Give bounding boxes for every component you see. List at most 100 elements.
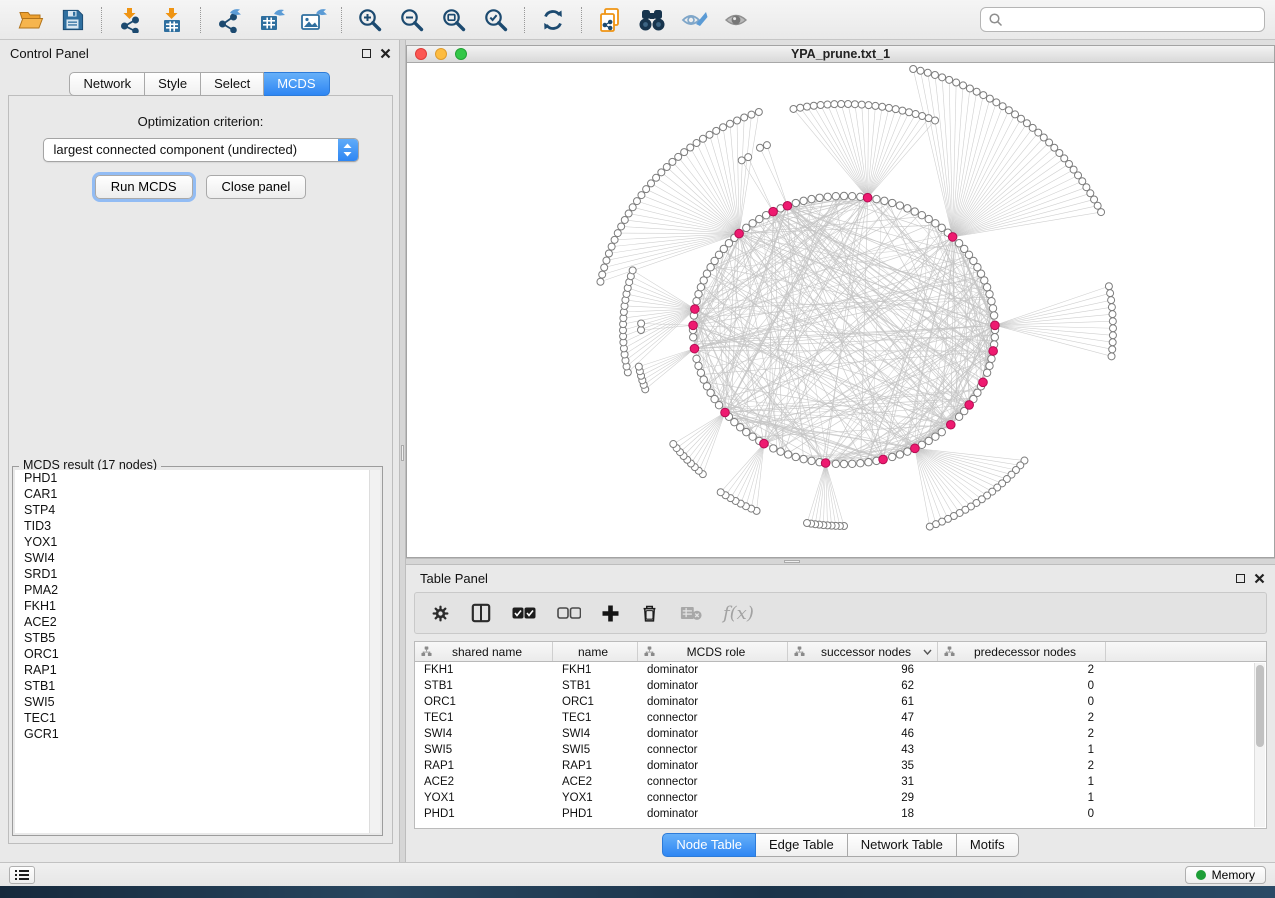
graph-leaf-node[interactable]	[1108, 297, 1115, 304]
graph-leaf-node[interactable]	[1109, 332, 1116, 339]
graph-node[interactable]	[770, 445, 777, 452]
graph-mcds-node[interactable]	[760, 439, 769, 448]
mcds-list-scrollbar[interactable]	[369, 470, 380, 833]
graph-leaf-node[interactable]	[605, 250, 612, 257]
splitter-grip-icon[interactable]	[784, 560, 800, 563]
graph-leaf-node[interactable]	[638, 327, 645, 334]
graph-leaf-node[interactable]	[734, 117, 741, 124]
show-column-panel-button[interactable]	[471, 603, 491, 623]
mcds-result-item[interactable]: PHD1	[15, 470, 380, 486]
graph-leaf-node[interactable]	[924, 69, 931, 76]
graph-leaf-node[interactable]	[899, 107, 906, 114]
graph-leaf-node[interactable]	[635, 363, 642, 370]
close-panel-icon[interactable]	[380, 48, 391, 59]
graph-node[interactable]	[690, 334, 697, 341]
graph-leaf-node[interactable]	[625, 210, 632, 217]
graph-node[interactable]	[983, 284, 990, 291]
graph-node[interactable]	[986, 290, 993, 297]
graph-mcds-node[interactable]	[769, 207, 778, 216]
graph-leaf-node[interactable]	[797, 104, 804, 111]
mcds-result-item[interactable]: GCR1	[15, 726, 380, 742]
graph-node[interactable]	[693, 297, 700, 304]
graph-node[interactable]	[932, 433, 939, 440]
graph-node[interactable]	[693, 355, 700, 362]
table-row[interactable]: ORC1ORC1dominator610	[415, 694, 1266, 710]
delete-table-button[interactable]	[680, 605, 702, 621]
float-panel-icon[interactable]	[362, 49, 371, 58]
graph-leaf-node[interactable]	[845, 101, 852, 108]
graph-mcds-node[interactable]	[821, 459, 830, 468]
table-scrollbar[interactable]	[1254, 663, 1265, 827]
graph-node[interactable]	[889, 199, 896, 206]
graph-node[interactable]	[832, 460, 839, 467]
graph-leaf-node[interactable]	[851, 101, 858, 108]
graph-node[interactable]	[792, 199, 799, 206]
graph-leaf-node[interactable]	[858, 101, 865, 108]
graph-node[interactable]	[777, 448, 784, 455]
mcds-result-item[interactable]: TID3	[15, 518, 380, 534]
memory-button[interactable]: Memory	[1185, 866, 1266, 884]
graph-leaf-node[interactable]	[669, 158, 676, 165]
graph-node[interactable]	[756, 215, 763, 222]
graph-leaf-node[interactable]	[726, 120, 733, 127]
deselect-all-rows-button[interactable]	[557, 607, 581, 619]
graph-leaf-node[interactable]	[1098, 209, 1105, 216]
graph-leaf-node[interactable]	[1005, 107, 1012, 114]
graph-leaf-node[interactable]	[741, 114, 748, 121]
refresh-view-button[interactable]	[532, 3, 574, 37]
graph-leaf-node[interactable]	[745, 154, 752, 161]
graph-leaf-node[interactable]	[614, 230, 621, 237]
zoom-in-button[interactable]	[349, 3, 391, 37]
graph-node[interactable]	[695, 362, 702, 369]
tab-mcds[interactable]: MCDS	[264, 72, 329, 96]
graph-leaf-node[interactable]	[706, 131, 713, 138]
graph-leaf-node[interactable]	[1108, 304, 1115, 311]
graph-leaf-node[interactable]	[885, 104, 892, 111]
graph-leaf-node[interactable]	[681, 149, 688, 156]
graph-leaf-node[interactable]	[653, 174, 660, 181]
zoom-out-button[interactable]	[391, 3, 433, 37]
graph-node[interactable]	[808, 195, 815, 202]
graph-node[interactable]	[904, 448, 911, 455]
graph-leaf-node[interactable]	[1109, 339, 1116, 346]
open-file-button[interactable]	[10, 3, 52, 37]
graph-leaf-node[interactable]	[879, 103, 886, 110]
graph-leaf-node[interactable]	[648, 180, 655, 187]
close-panel-button[interactable]: Close panel	[206, 175, 307, 199]
graph-leaf-node[interactable]	[658, 169, 665, 176]
search-input[interactable]	[1004, 12, 1257, 28]
optimization-criterion-select[interactable]: largest connected component (undirected)	[43, 138, 359, 162]
graph-node[interactable]	[800, 197, 807, 204]
graph-mcds-node[interactable]	[989, 347, 998, 356]
graph-leaf-node[interactable]	[824, 101, 831, 108]
graph-leaf-node[interactable]	[986, 95, 993, 102]
graph-leaf-node[interactable]	[643, 186, 650, 193]
import-table-button[interactable]	[151, 3, 193, 37]
graph-node[interactable]	[873, 195, 880, 202]
mcds-result-item[interactable]: FKH1	[15, 598, 380, 614]
export-table-button[interactable]	[250, 3, 292, 37]
graph-node[interactable]	[983, 369, 990, 376]
tab-node-table[interactable]: Node Table	[662, 833, 756, 857]
graph-leaf-node[interactable]	[670, 441, 677, 448]
graph-leaf-node[interactable]	[926, 523, 933, 530]
graph-mcds-node[interactable]	[979, 378, 988, 387]
delete-column-button[interactable]	[640, 603, 659, 623]
graph-leaf-node[interactable]	[892, 106, 899, 113]
graph-node[interactable]	[989, 305, 996, 312]
mcds-result-item[interactable]: TEC1	[15, 710, 380, 726]
table-row[interactable]: ACE2ACE2connector311	[415, 774, 1266, 790]
graph-leaf-node[interactable]	[717, 489, 724, 496]
mcds-result-item[interactable]: ORC1	[15, 646, 380, 662]
graph-leaf-node[interactable]	[810, 102, 817, 109]
tab-style[interactable]: Style	[145, 72, 201, 96]
graph-node[interactable]	[832, 192, 839, 199]
graph-node[interactable]	[904, 205, 911, 212]
graph-leaf-node[interactable]	[917, 67, 924, 74]
mcds-result-list[interactable]: PHD1CAR1STP4TID3YOX1SWI4SRD1PMA2FKH1ACE2…	[15, 470, 380, 833]
mcds-result-item[interactable]: SWI5	[15, 694, 380, 710]
table-row[interactable]: SWI5SWI5connector431	[415, 742, 1266, 758]
graph-mcds-node[interactable]	[721, 408, 730, 417]
graph-leaf-node[interactable]	[939, 74, 946, 81]
graph-leaf-node[interactable]	[960, 82, 967, 89]
